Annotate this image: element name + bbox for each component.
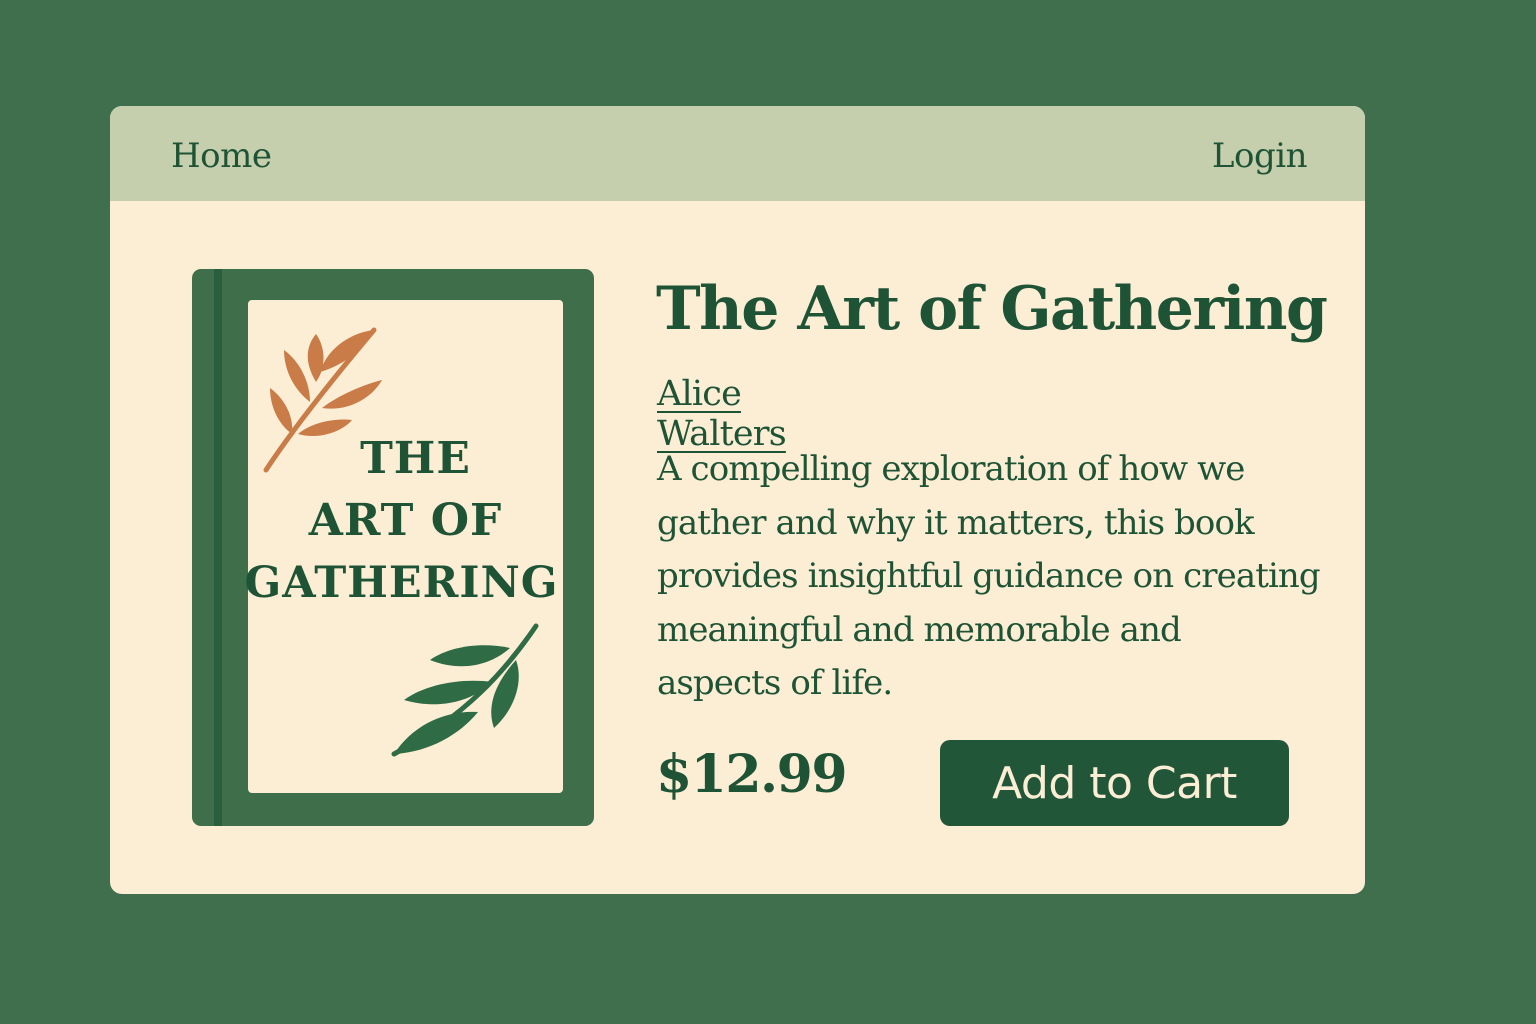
green-branch-icon [391, 623, 539, 757]
description-line: A compelling exploration of how we [657, 449, 1245, 489]
book-price: $12.99 [656, 744, 848, 805]
book-cover: THE ART OF GATHERING [192, 269, 594, 826]
nav-login-link[interactable]: Login [1212, 136, 1308, 176]
top-navbar: Home Login [110, 106, 1365, 201]
author-link[interactable]: Alice Walters [657, 374, 787, 454]
product-card: Home Login THE ART OF GATHERING The Art … [110, 106, 1365, 894]
book-title: The Art of Gathering [656, 274, 1328, 344]
book-spine [214, 269, 222, 826]
cover-title-line-3: GATHERING [244, 558, 559, 608]
cover-title-line-1: THE [360, 433, 471, 484]
description-line: provides insightful guidance on creating [657, 556, 1321, 596]
description-line: meaningful and memorable and [657, 609, 1182, 650]
book-cover-panel: THE ART OF GATHERING [244, 300, 563, 793]
description-line: gather and why it matters, this book [657, 502, 1255, 543]
nav-home-link[interactable]: Home [171, 136, 272, 176]
cover-title-line-2: ART OF [308, 495, 503, 546]
book-description: A compelling exploration of how we gathe… [657, 443, 1321, 711]
add-to-cart-button[interactable]: Add to Cart [940, 740, 1289, 826]
description-line: aspects of life. [657, 663, 893, 703]
